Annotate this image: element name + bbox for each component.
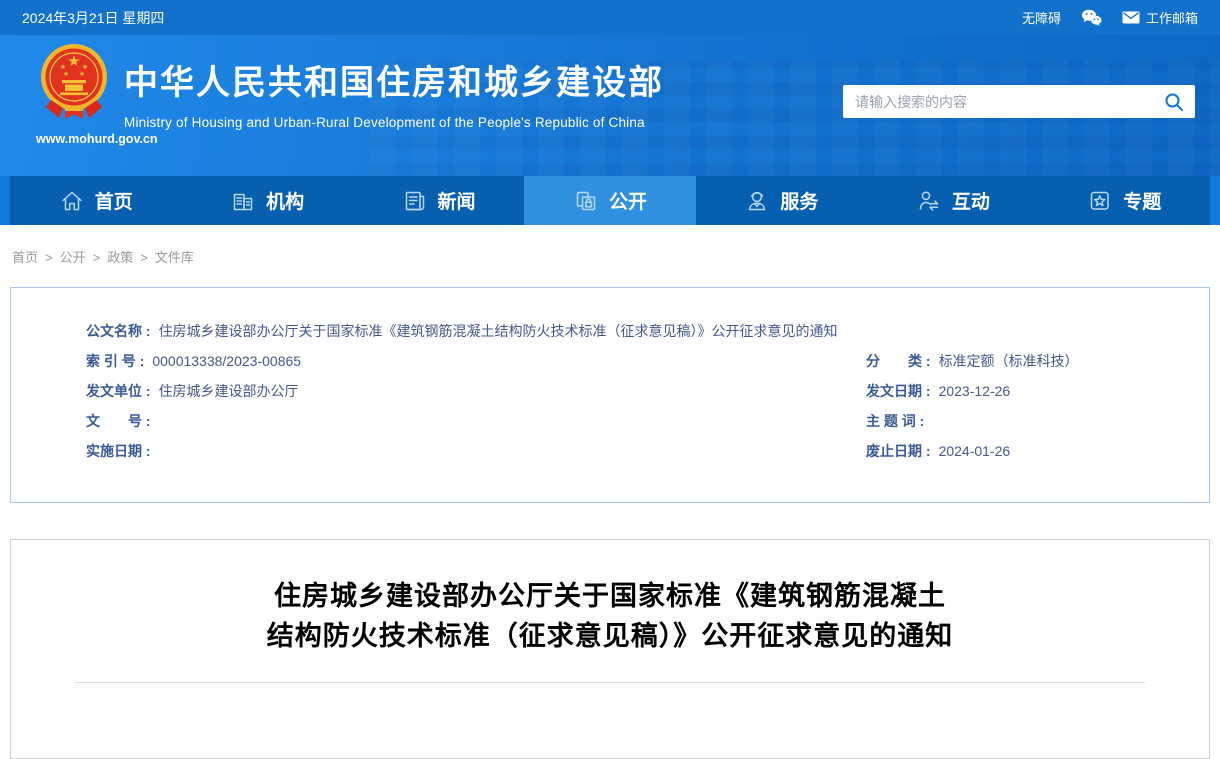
- breadcrumb-home[interactable]: 首页: [12, 250, 38, 265]
- nav-item-news[interactable]: 新闻: [353, 176, 524, 225]
- special-topic-star-icon: [1087, 188, 1113, 214]
- svg-text:★: ★: [63, 70, 69, 78]
- breadcrumb-document-library[interactable]: 文件库: [155, 250, 194, 265]
- meta-value-category: 标准定额（标准科技）: [939, 346, 1079, 376]
- site-url: www.mohurd.gov.cn: [36, 132, 112, 146]
- svg-text:★: ★: [79, 70, 85, 78]
- main-nav-strip: 首页 机构 新闻: [0, 176, 1220, 225]
- meta-label-category: 分 类 :: [866, 346, 931, 376]
- site-name-english: Ministry of Housing and Urban-Rural Deve…: [124, 115, 664, 130]
- nav-item-service[interactable]: 服务: [696, 176, 867, 225]
- site-name: 中华人民共和国住房和城乡建设部: [124, 55, 664, 104]
- accessibility-link[interactable]: 无障碍: [1022, 8, 1061, 27]
- meta-value-index-number: 000013338/2023-00865: [152, 346, 301, 376]
- news-icon: [402, 188, 428, 214]
- meta-label-document-name: 公文名称 :: [86, 316, 151, 346]
- meta-row: 文 号 : 主 题 词 :: [86, 406, 1189, 436]
- document-body-card: 住房城乡建设部办公厅关于国家标准《建筑钢筋混凝土 结构防火技术标准（征求意见稿）…: [10, 539, 1210, 759]
- breadcrumb-disclosure[interactable]: 公开: [60, 250, 86, 265]
- meta-cell-category: 分 类 : 标准定额（标准科技）: [866, 346, 1189, 376]
- meta-cell-subject-words: 主 题 词 :: [866, 406, 1189, 436]
- search-input[interactable]: [843, 94, 1153, 110]
- main-nav: 首页 机构 新闻: [10, 176, 1210, 225]
- document-title-line-2: 结构防火技术标准（征求意见稿）》公开征求意见的通知: [11, 616, 1209, 656]
- accessibility-label: 无障碍: [1022, 8, 1061, 27]
- breadcrumb-separator: >: [93, 250, 101, 265]
- meta-value-issuing-unit: 住房城乡建设部办公厅: [159, 376, 299, 406]
- work-mailbox-link[interactable]: 工作邮箱: [1122, 8, 1198, 27]
- top-utility-bar: 2024年3月21日 星期四 无障碍 工: [0, 0, 1220, 35]
- meta-label-repeal-date: 废止日期 :: [866, 436, 931, 466]
- meta-row: 实施日期 : 废止日期 : 2024-01-26: [86, 436, 1189, 466]
- document-title-line-1: 住房城乡建设部办公厅关于国家标准《建筑钢筋混凝土: [11, 576, 1209, 616]
- site-masthead: ★ ★ ★ ★ ★ www.mohurd.gov.cn 中华人民共和国住房和城乡…: [0, 35, 1220, 176]
- meta-label-index-number: 索 引 号 :: [86, 346, 144, 376]
- site-search: [843, 85, 1195, 118]
- nav-item-organization[interactable]: 机构: [181, 176, 352, 225]
- nav-label: 首页: [95, 187, 133, 214]
- meta-label-issue-date: 发文日期 :: [866, 376, 931, 406]
- meta-cell-implementation-date: 实施日期 :: [86, 436, 866, 466]
- meta-value-document-name: 住房城乡建设部办公厅关于国家标准《建筑钢筋混凝土结构防火技术标准（征求意见稿）》…: [159, 316, 838, 346]
- document-metadata-card: 公文名称 : 住房城乡建设部办公厅关于国家标准《建筑钢筋混凝土结构防火技术标准（…: [10, 287, 1210, 503]
- meta-label-implementation-date: 实施日期 :: [86, 436, 151, 466]
- nav-label: 新闻: [438, 187, 476, 214]
- svg-text:★: ★: [82, 63, 88, 71]
- mailbox-label: 工作邮箱: [1146, 8, 1198, 27]
- meta-label-document-number: 文 号 :: [86, 406, 151, 436]
- interaction-icon: [916, 188, 942, 214]
- breadcrumb-policy[interactable]: 政策: [107, 250, 133, 265]
- meta-label-issuing-unit: 发文单位 :: [86, 376, 151, 406]
- meta-value-repeal-date: 2024-01-26: [939, 436, 1011, 466]
- title-divider: [75, 682, 1145, 683]
- service-agent-icon: [744, 188, 770, 214]
- national-emblem: ★ ★ ★ ★ ★: [39, 40, 109, 131]
- nav-item-disclosure[interactable]: 公开: [524, 176, 695, 225]
- nav-item-special-topics[interactable]: 专题: [1039, 176, 1210, 225]
- breadcrumb-separator: >: [45, 250, 53, 265]
- search-icon[interactable]: [1153, 85, 1195, 118]
- breadcrumb: 首页 > 公开 > 政策 > 文件库: [12, 247, 1210, 266]
- meta-cell-index-number: 索 引 号 : 000013338/2023-00865: [86, 346, 866, 376]
- meta-value-issue-date: 2023-12-26: [939, 376, 1011, 406]
- mail-icon: [1122, 11, 1140, 24]
- meta-row-document-name: 公文名称 : 住房城乡建设部办公厅关于国家标准《建筑钢筋混凝土结构防火技术标准（…: [86, 316, 1189, 346]
- document-title: 住房城乡建设部办公厅关于国家标准《建筑钢筋混凝土 结构防火技术标准（征求意见稿）…: [11, 576, 1209, 656]
- svg-text:★: ★: [60, 63, 66, 71]
- nav-label: 公开: [609, 187, 647, 214]
- wechat-icon[interactable]: [1081, 9, 1102, 26]
- meta-label-subject-words: 主 题 词 :: [866, 406, 924, 436]
- breadcrumb-separator: >: [140, 250, 148, 265]
- meta-cell-issuing-unit: 发文单位 : 住房城乡建设部办公厅: [86, 376, 866, 406]
- disclosure-lock-icon: [573, 188, 599, 214]
- nav-item-interaction[interactable]: 互动: [867, 176, 1038, 225]
- meta-cell-document-number: 文 号 :: [86, 406, 866, 436]
- meta-row: 索 引 号 : 000013338/2023-00865 分 类 : 标准定额（…: [86, 346, 1189, 376]
- current-date: 2024年3月21日 星期四: [22, 8, 164, 28]
- meta-cell-repeal-date: 废止日期 : 2024-01-26: [866, 436, 1189, 466]
- organization-icon: [230, 188, 256, 214]
- meta-cell-issue-date: 发文日期 : 2023-12-26: [866, 376, 1189, 406]
- site-logo[interactable]: ★ ★ ★ ★ ★ www.mohurd.gov.cn: [36, 40, 112, 146]
- home-icon: [59, 188, 85, 214]
- nav-label: 专题: [1123, 187, 1161, 214]
- svg-text:★: ★: [67, 53, 80, 70]
- nav-label: 互动: [952, 187, 990, 214]
- meta-row: 发文单位 : 住房城乡建设部办公厅 发文日期 : 2023-12-26: [86, 376, 1189, 406]
- nav-label: 机构: [266, 187, 304, 214]
- nav-item-home[interactable]: 首页: [10, 176, 181, 225]
- nav-label: 服务: [780, 187, 818, 214]
